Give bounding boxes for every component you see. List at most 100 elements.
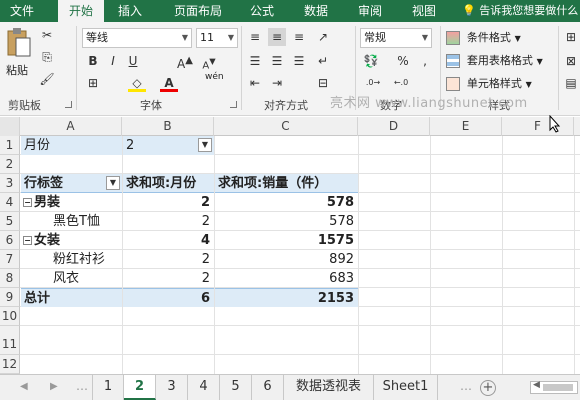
copy-icon[interactable]: ⎘ [38, 48, 56, 66]
border-icon[interactable]: ⊞ [84, 74, 102, 92]
pivot-sum-month-header[interactable]: 求和项:月份 [123, 174, 214, 193]
pivot-group-row-label[interactable]: − 女装 [23, 231, 122, 250]
comma-style-icon[interactable]: , [416, 52, 434, 70]
pivot-cell[interactable]: 892 [215, 250, 358, 269]
align-bottom-icon[interactable]: ≡ [290, 28, 308, 46]
pivot-cell[interactable]: 578 [215, 212, 358, 231]
row-header[interactable]: 2 [0, 155, 20, 174]
tell-me-box[interactable]: 💡 告诉我您想要做什么 [462, 0, 578, 22]
clipboard-launcher-icon[interactable] [65, 101, 72, 108]
row-header[interactable]: 3 [0, 174, 20, 193]
pivot-sum-qty-header[interactable]: 求和项:销量（件） [215, 174, 358, 193]
sheet-tab-active[interactable]: 2 [124, 375, 156, 400]
column-header-c[interactable]: C [214, 117, 358, 136]
row-header[interactable]: 4 [0, 193, 20, 212]
orientation-icon[interactable]: ↗ [314, 28, 332, 46]
row-header[interactable]: 12 [0, 355, 20, 374]
row-header[interactable]: 1 [0, 136, 20, 155]
pivot-cell[interactable]: 1575 [215, 231, 358, 250]
format-cells-icon[interactable]: ▤ [562, 74, 580, 92]
sheet-tab[interactable]: 1 [92, 375, 124, 400]
percent-icon[interactable]: % [394, 52, 412, 70]
pivot-item-row-label[interactable]: 黑色T恤 [21, 212, 122, 231]
align-right-icon[interactable]: ☰ [290, 52, 308, 70]
accounting-icon[interactable]: 💱 [362, 52, 380, 70]
pivot-group-row-label[interactable]: − 男装 [23, 193, 122, 212]
tab-view[interactable]: 视图 [404, 0, 444, 22]
pivot-item-row-label[interactable]: 粉红衬衫 [21, 250, 122, 269]
conditional-format-button[interactable]: 条件格式 ▼ [446, 29, 521, 45]
cell-styles-button[interactable]: 单元格样式 ▼ [446, 75, 532, 91]
pivot-cell[interactable]: 2 [123, 193, 214, 212]
horizontal-scrollbar[interactable]: ◀ [530, 380, 578, 394]
pivot-item-row-label[interactable]: 风衣 [21, 269, 122, 288]
collapse-icon[interactable]: − [23, 198, 32, 207]
pivot-cell[interactable]: 683 [215, 269, 358, 288]
paste-label[interactable]: 粘贴 [6, 62, 28, 78]
scroll-right-icon[interactable]: ▶ [50, 381, 58, 392]
sheet-tab[interactable]: 6 [252, 375, 284, 400]
tab-file[interactable]: 文件 [2, 0, 42, 22]
pivot-cell[interactable]: 2 [123, 212, 214, 231]
scroll-left-icon[interactable]: ◀ [20, 381, 28, 392]
tab-review[interactable]: 审阅 [350, 0, 390, 22]
row-header[interactable]: 6 [0, 231, 20, 250]
align-center-icon[interactable]: ☰ [268, 52, 286, 70]
sheet-tab[interactable]: 数据透视表 [284, 375, 374, 400]
new-sheet-icon[interactable]: + [480, 380, 496, 396]
column-header-e[interactable]: E [430, 117, 502, 136]
row-header[interactable]: 10 [0, 307, 20, 326]
format-painter-icon[interactable]: 🖌 [38, 70, 56, 88]
column-header-f[interactable]: F [502, 117, 574, 136]
italic-icon[interactable]: I [104, 52, 122, 70]
row-header[interactable]: 5 [0, 212, 20, 231]
column-header-b[interactable]: B [122, 117, 214, 136]
sheet-tab[interactable]: 4 [188, 375, 220, 400]
row-header[interactable]: 8 [0, 269, 20, 288]
increase-font-icon[interactable]: A▲ [176, 52, 194, 71]
bold-icon[interactable]: B [84, 52, 102, 70]
sheet-tab[interactable]: Sheet1 [374, 375, 438, 400]
filter-icon[interactable]: ▼ [198, 138, 212, 152]
font-color-icon[interactable]: A [160, 74, 178, 92]
font-launcher-icon[interactable] [230, 101, 237, 108]
decrease-indent-icon[interactable]: ⇤ [246, 74, 264, 92]
collapse-icon[interactable]: − [23, 236, 32, 245]
select-all-corner[interactable] [0, 117, 20, 136]
format-as-table-button[interactable]: 套用表格格式 ▼ [446, 52, 543, 68]
more-sheets-right-icon[interactable]: … [460, 379, 472, 393]
align-left-icon[interactable]: ☰ [246, 52, 264, 70]
tab-formulas[interactable]: 公式 [242, 0, 282, 22]
merge-center-icon[interactable]: ⊟ [314, 74, 332, 92]
fill-color-icon[interactable]: ◇ [128, 74, 146, 92]
increase-indent-icon[interactable]: ⇥ [268, 74, 286, 92]
scrollbar-thumb[interactable] [543, 384, 573, 391]
wrap-text-icon[interactable]: ↵ [314, 52, 332, 70]
tab-home[interactable]: 开始 [58, 0, 104, 22]
font-name-select[interactable]: 等线 ▼ [82, 28, 192, 48]
pivot-cell[interactable]: 578 [215, 193, 358, 212]
align-middle-icon[interactable]: ≡ [268, 28, 286, 46]
row-header[interactable]: 9 [0, 288, 20, 307]
row-header[interactable]: 11 [0, 326, 20, 355]
row-labels-dropdown-icon[interactable]: ▼ [106, 176, 120, 190]
pivot-cell[interactable]: 2 [123, 250, 214, 269]
more-sheets-left-icon[interactable]: … [76, 379, 88, 393]
column-header-d[interactable]: D [358, 117, 430, 136]
increase-decimal-icon[interactable]: .0→ [364, 74, 382, 92]
number-format-select[interactable]: 常规 ▼ [360, 28, 432, 48]
align-top-icon[interactable]: ≡ [246, 28, 264, 46]
paste-icon[interactable] [4, 28, 32, 58]
pivot-grand-total-cell[interactable]: 2153 [215, 288, 358, 307]
font-size-select[interactable]: 11 ▼ [196, 28, 238, 48]
sheet-tab[interactable]: 3 [156, 375, 188, 400]
tab-page-layout[interactable]: 页面布局 [166, 0, 230, 22]
cut-icon[interactable]: ✂ [38, 26, 56, 44]
scroll-left-arrow-icon[interactable]: ◀ [533, 380, 540, 390]
tab-data[interactable]: 数据 [296, 0, 336, 22]
pivot-cell[interactable]: 4 [123, 231, 214, 250]
pivot-filter-label[interactable]: 月份 [21, 136, 122, 155]
phonetic-guide-icon[interactable]: wén [205, 72, 224, 82]
tab-insert[interactable]: 插入 [110, 0, 150, 22]
decrease-font-icon[interactable]: A▼ [200, 52, 218, 71]
